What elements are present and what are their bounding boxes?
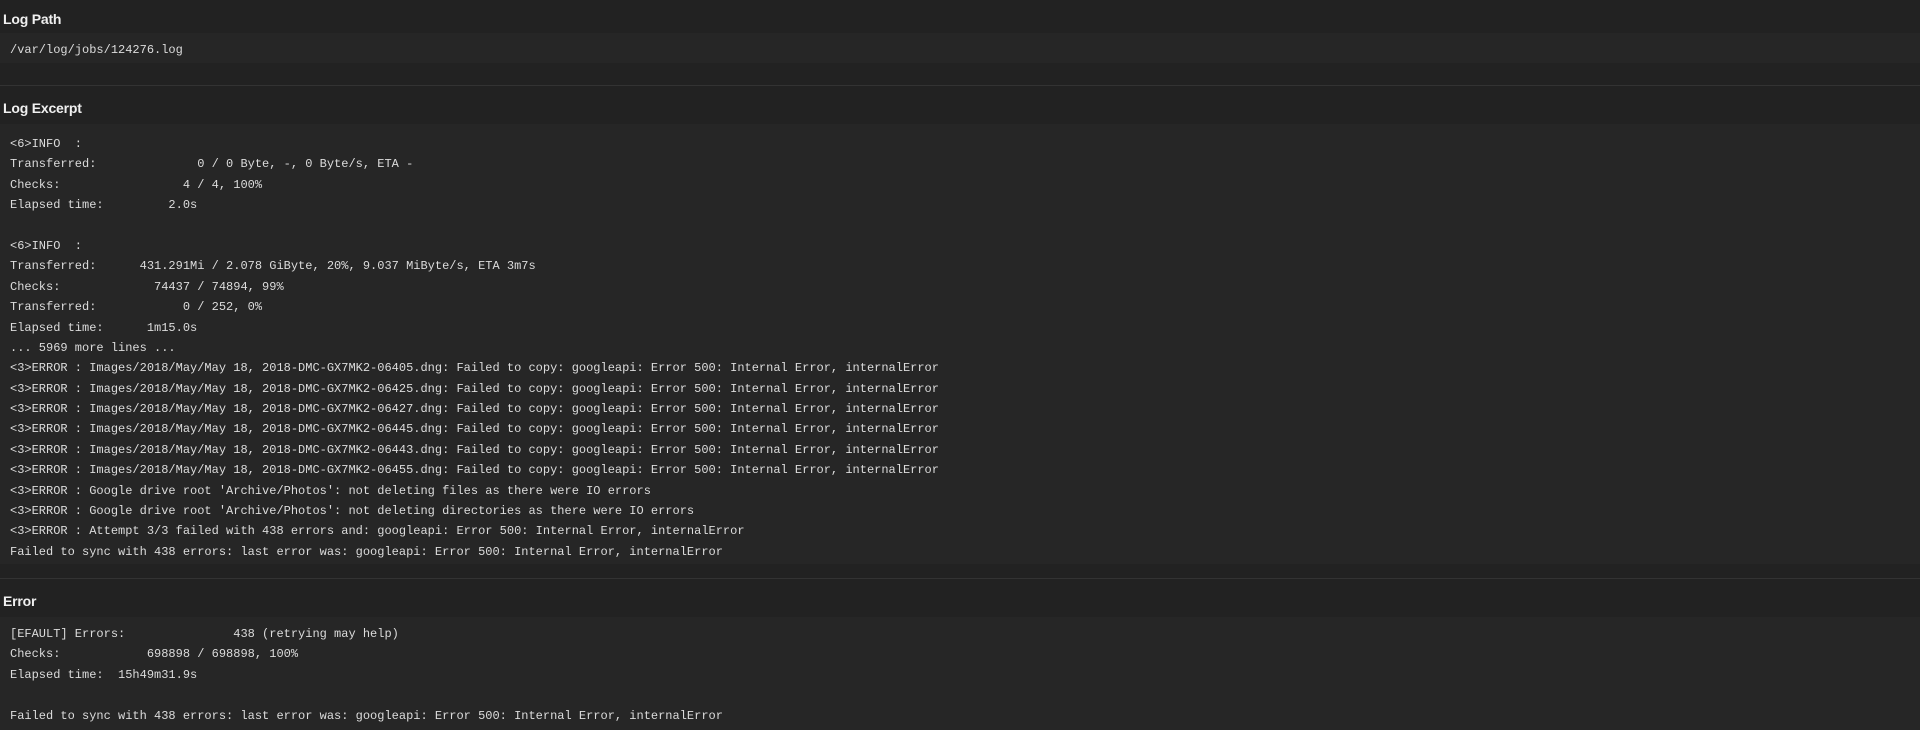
log-line: <6>INFO : [10, 238, 83, 253]
log-line: <3>ERROR : Google drive root 'Archive/Ph… [10, 504, 695, 519]
log-line: Transferred: 0 / 252, 0% [10, 300, 263, 315]
log-line: Elapsed time: 2.0s [10, 198, 198, 213]
log-line: <3>ERROR : Images/2018/May/May 18, 2018-… [10, 442, 939, 457]
log-line: <3>ERROR : Google drive root 'Archive/Ph… [10, 483, 651, 498]
log-line: Failed to sync with 438 errors: last err… [10, 708, 723, 723]
log-path-block: /var/log/jobs/124276.log [0, 33, 1920, 63]
log-path-title: Log Path [3, 11, 62, 27]
log-line: <3>ERROR : Images/2018/May/May 18, 2018-… [10, 463, 939, 478]
log-path-value: /var/log/jobs/124276.log [10, 43, 183, 57]
error-title: Error [3, 593, 37, 609]
log-line: <3>ERROR : Images/2018/May/May 18, 2018-… [10, 381, 939, 396]
log-excerpt-title: Log Excerpt [3, 100, 82, 116]
log-line: <3>ERROR : Images/2018/May/May 18, 2018-… [10, 422, 939, 437]
log-line: <3>ERROR : Images/2018/May/May 18, 2018-… [10, 402, 939, 417]
log-line: Checks: 4 / 4, 100% [10, 177, 263, 192]
log-line: Elapsed time: 1m15.0s [10, 320, 198, 335]
log-line: Transferred: 431.291Mi / 2.078 GiByte, 2… [10, 259, 536, 274]
log-line: Checks: 698898 / 698898, 100% [10, 647, 299, 662]
log-line: <3>ERROR : Attempt 3/3 failed with 438 e… [10, 524, 745, 539]
log-line: <6>INFO : [10, 137, 83, 151]
log-excerpt-block[interactable]: <6>INFO : Transferred: 0 / 0 Byte, -, 0 B… [0, 124, 1920, 564]
log-line: Failed to sync with 438 errors: last err… [10, 544, 723, 559]
log-line: [EFAULT] Errors: 438 (retrying may help) [10, 627, 399, 641]
section-divider [0, 85, 1920, 86]
log-line: <3>ERROR : Images/2018/May/May 18, 2018-… [10, 361, 939, 376]
log-line: Transferred: 0 / 0 Byte, -, 0 Byte/s, ET… [10, 157, 414, 172]
log-line: ... 5969 more lines ... [10, 340, 176, 355]
log-line: Elapsed time: 15h49m31.9s [10, 667, 198, 682]
error-block[interactable]: [EFAULT] Errors: 438 (retrying may help)… [0, 617, 1920, 730]
section-divider [0, 578, 1920, 579]
log-line: Checks: 74437 / 74894, 99% [10, 279, 284, 294]
